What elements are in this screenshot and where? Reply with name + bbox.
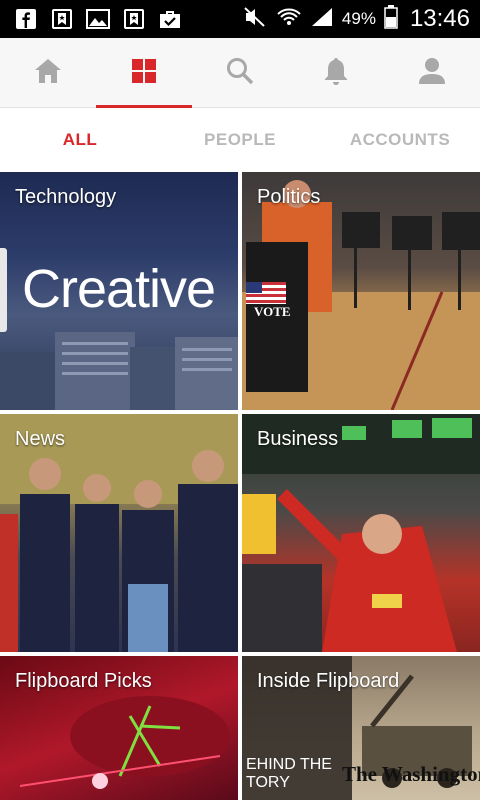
creative-sign-edge	[0, 248, 7, 332]
tile-overlay-text: EHIND THE TORY	[246, 756, 332, 791]
tile-news[interactable]: News	[0, 414, 238, 652]
signal-icon	[310, 6, 334, 33]
mute-icon	[242, 6, 268, 33]
clock: 13:46	[409, 5, 470, 32]
person-icon	[417, 56, 447, 91]
city-buildings-image	[0, 332, 238, 410]
tile-business[interactable]: Business	[242, 414, 480, 652]
battery-percent: 49%	[341, 9, 376, 28]
tile-label: Business	[257, 428, 339, 450]
tab-people[interactable]: PEOPLE	[160, 108, 320, 172]
tile-flipboard-picks[interactable]: Flipboard Picks	[0, 656, 238, 800]
top-navigation	[0, 38, 480, 108]
tile-label: Politics	[257, 186, 321, 208]
status-bar: 49% 13:46	[0, 0, 480, 38]
wifi-icon	[276, 6, 302, 33]
nav-profile[interactable]	[384, 38, 480, 108]
tile-label: Technology	[15, 186, 117, 208]
flag-icon	[246, 282, 286, 304]
gallery-icon	[86, 7, 110, 31]
briefcase-check-icon	[158, 7, 182, 31]
tile-label: Inside Flipboard	[257, 670, 400, 692]
tile-politics[interactable]: VOTE Politics	[242, 172, 480, 410]
tab-accounts[interactable]: ACCOUNTS	[320, 108, 480, 172]
nav-home[interactable]	[0, 38, 96, 108]
topic-grid: Creative Technology VOTE Politics News B…	[0, 172, 480, 800]
tile-overlay-text: VOTE	[254, 304, 291, 319]
nav-content[interactable]	[96, 38, 192, 108]
search-icon	[225, 56, 255, 91]
nav-notifications[interactable]	[288, 38, 384, 108]
tab-all[interactable]: ALL	[0, 108, 160, 172]
battery-icon	[384, 4, 398, 34]
system-indicators: 49% 13:46	[242, 0, 470, 38]
bell-icon	[322, 56, 350, 91]
tile-overlay-text: The Washington	[342, 762, 480, 786]
tile-inside-flipboard[interactable]: EHIND THE TORY The Washington Inside Fli…	[242, 656, 480, 800]
tile-overlay-text: Creative	[22, 259, 216, 319]
tile-label: News	[15, 428, 66, 450]
saved-icon	[122, 7, 146, 31]
tile-label: Flipboard Picks	[15, 670, 152, 692]
facebook-icon	[14, 7, 38, 31]
notification-icons	[14, 7, 182, 31]
tile-technology[interactable]: Creative Technology	[0, 172, 238, 410]
sub-tabs: ALL PEOPLE ACCOUNTS	[0, 108, 480, 172]
nav-search[interactable]	[192, 38, 288, 108]
home-icon	[33, 57, 63, 90]
grid-icon	[130, 57, 158, 90]
saved-icon	[50, 7, 74, 31]
